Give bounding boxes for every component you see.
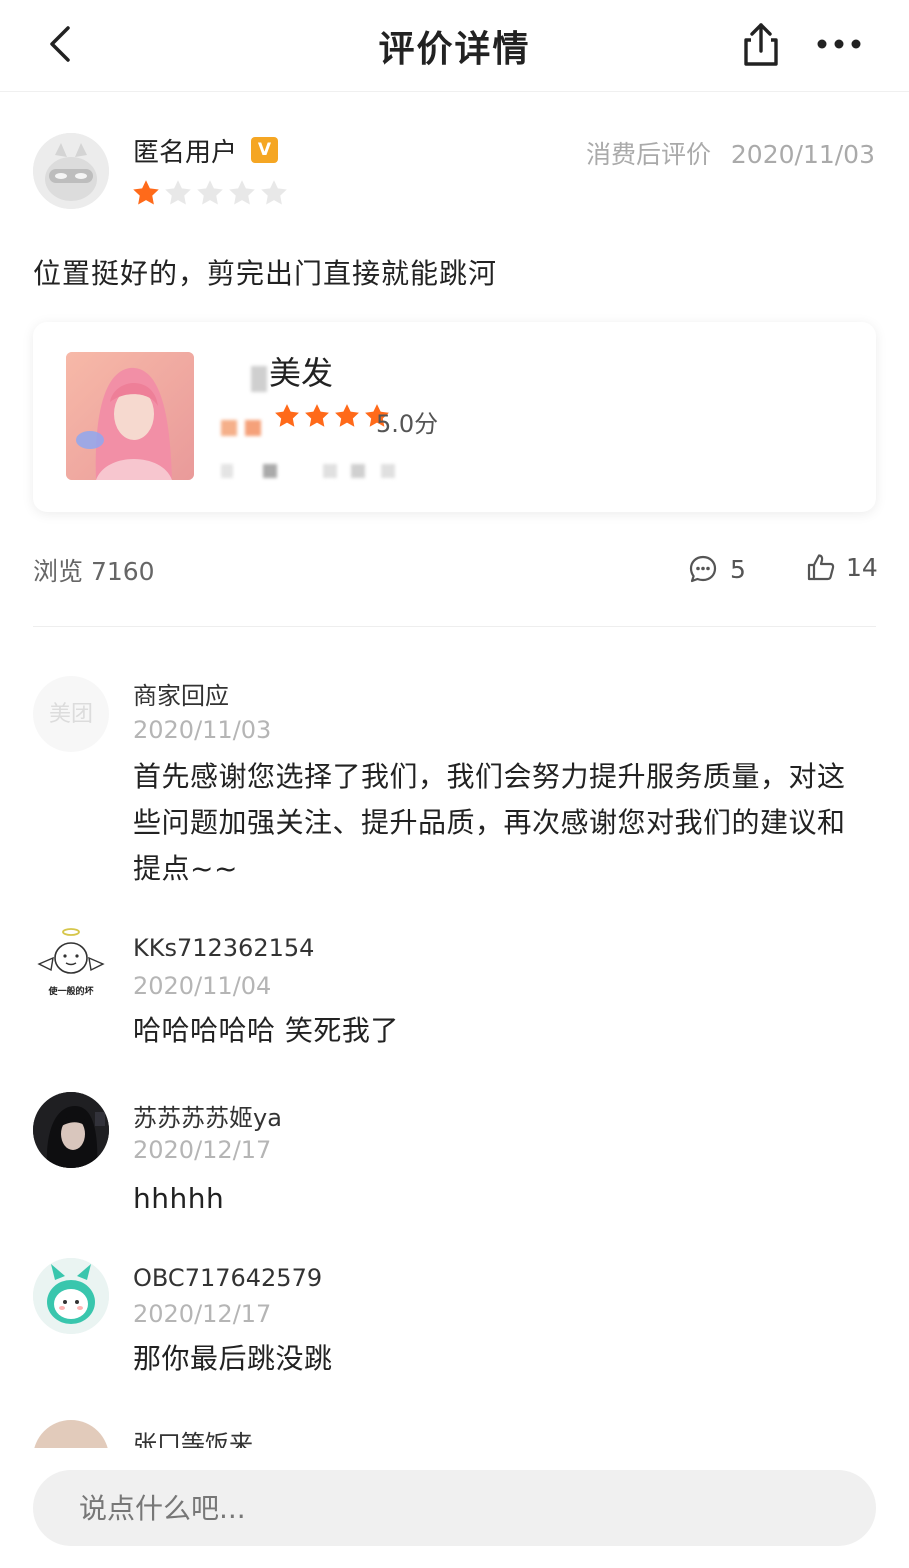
- anonymous-avatar-icon: [33, 133, 109, 209]
- comment-input[interactable]: [33, 1470, 876, 1546]
- share-icon: [744, 23, 778, 66]
- reviewer-name[interactable]: 匿名用户: [133, 132, 237, 169]
- star-empty-icon: [165, 180, 191, 205]
- review-text: 位置挺好的，剪完出门直接就能跳河: [33, 257, 498, 290]
- comment-author[interactable]: 张口等饭来: [133, 1424, 253, 1448]
- views-label: 浏览: [33, 557, 84, 586]
- more-dots-icon: [817, 39, 861, 49]
- comment-author[interactable]: KKs712362154: [133, 934, 314, 962]
- comment-date: 2020/11/04: [133, 972, 272, 1000]
- merchant-photo: [66, 352, 194, 480]
- commenter-avatar[interactable]: 使一般的坏: [33, 928, 109, 1004]
- comment-count-button[interactable]: 5: [688, 553, 746, 585]
- star-filled-icon: [335, 404, 359, 427]
- comment-item: 苏苏苏苏姬ya 2020/12/17 hhhhh: [0, 1092, 909, 1222]
- star-empty-icon: [261, 180, 287, 205]
- meituan-logo-text: 美团: [49, 702, 93, 727]
- comment-author[interactable]: 商家回应: [133, 676, 229, 711]
- comment-bubble-icon: [689, 555, 717, 583]
- like-count: 14: [846, 552, 878, 582]
- like-button[interactable]: 14: [806, 550, 878, 584]
- review-type-label: 消费后评价: [585, 140, 711, 169]
- comment-date: 2020/12/17: [133, 1136, 272, 1164]
- commenter-avatar[interactable]: [33, 1420, 109, 1448]
- star-filled-icon: [275, 404, 299, 427]
- navigation-bar: 评价详情: [0, 0, 909, 92]
- comment-item: 美团 商家回应 2020/11/03 首先感谢您选择了我们，我们会努力提升服务质…: [0, 676, 909, 896]
- comment-count: 5: [730, 554, 746, 584]
- star-empty-icon: [229, 180, 255, 205]
- star-empty-icon: [197, 180, 223, 205]
- merchant-reply-avatar[interactable]: 美团: [33, 676, 109, 752]
- comment-text: hhhhh: [133, 1182, 225, 1215]
- review-rating: [131, 178, 289, 208]
- views-count: 浏览 7160: [33, 552, 155, 588]
- share-button[interactable]: [738, 20, 784, 68]
- comment-text: 那你最后跳没跳: [133, 1342, 333, 1375]
- comment-input-bar: [0, 1448, 909, 1568]
- merchant-score: 5.0分: [376, 410, 439, 438]
- review-meta: 消费后评价 2020/11/03: [586, 135, 875, 171]
- comment-date: 2020/12/17: [133, 1300, 272, 1328]
- comment-date: 2020/11/03: [133, 716, 272, 744]
- section-divider: [33, 626, 876, 627]
- avatar-caption: 使一般的坏: [47, 985, 93, 997]
- commenter-avatar[interactable]: [33, 1258, 109, 1334]
- comment-author[interactable]: OBC717642579: [133, 1264, 322, 1292]
- review-date: 2020/11/03: [730, 140, 875, 169]
- comment-author[interactable]: 苏苏苏苏姬ya: [133, 1098, 282, 1133]
- merchant-rating: [273, 402, 391, 430]
- comment-item: OBC717642579 2020/12/17 那你最后跳没跳: [0, 1258, 909, 1388]
- comment-item: 使一般的坏 KKs712362154 2020/11/04 哈哈哈哈哈 笑死我了: [0, 928, 909, 1058]
- comment-text: 哈哈哈哈哈 笑死我了: [133, 1014, 399, 1047]
- views-value: 7160: [90, 557, 155, 586]
- more-button[interactable]: [814, 26, 864, 62]
- comment-text: 首先感谢您选择了我们，我们会努力提升服务质量，对这些问题加强关注、提升品质，再次…: [133, 760, 846, 885]
- comment-item: 张口等饭来: [0, 1420, 909, 1448]
- commenter-avatar[interactable]: [33, 1092, 109, 1168]
- star-filled-icon: [133, 180, 159, 205]
- merchant-card[interactable]: 美发 5.0分: [33, 322, 876, 512]
- star-filled-icon: [305, 404, 329, 427]
- member-badge-icon: V: [251, 137, 278, 163]
- thumbs-up-icon: [807, 554, 835, 581]
- merchant-name: 美发: [269, 354, 334, 392]
- reviewer-avatar[interactable]: [33, 133, 109, 209]
